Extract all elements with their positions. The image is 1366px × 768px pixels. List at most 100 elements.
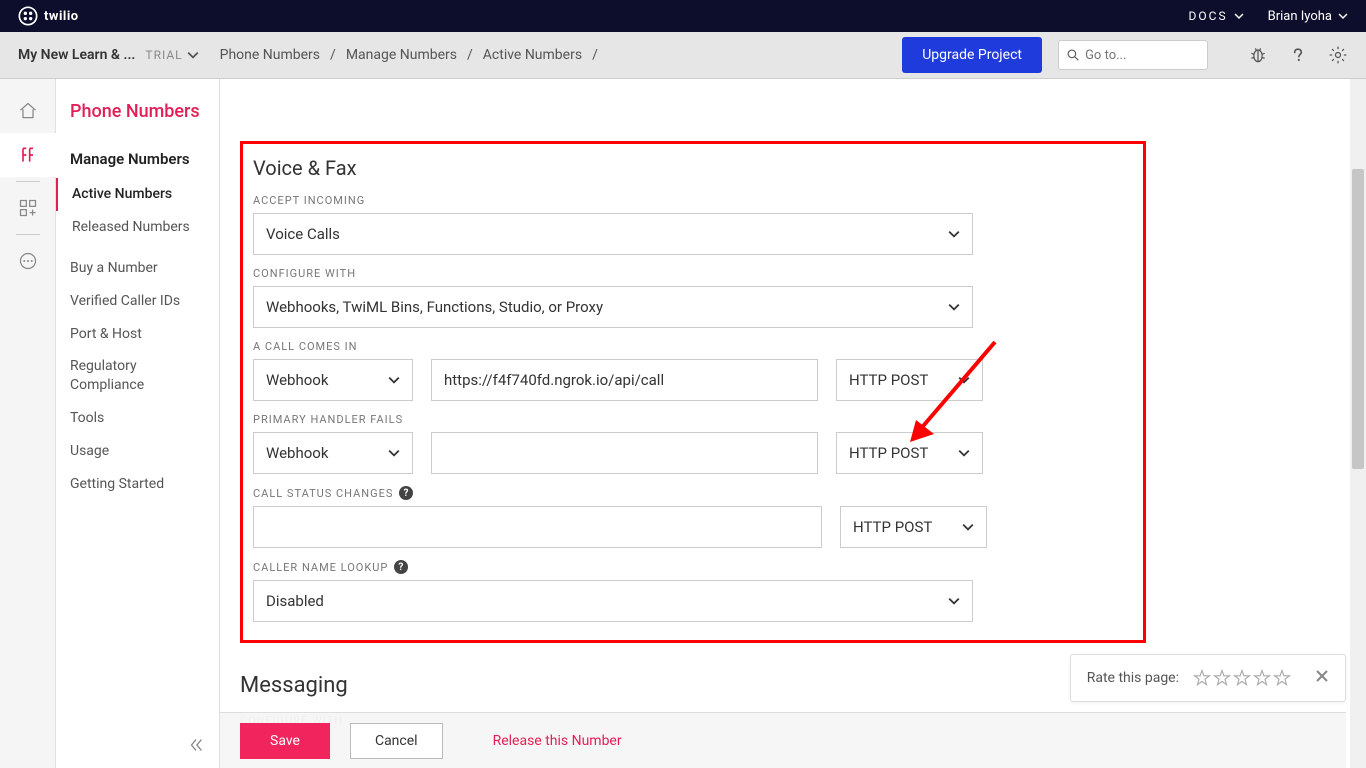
configure-with-value: Webhooks, TwiML Bins, Functions, Studio,… — [266, 298, 603, 316]
star-icon[interactable] — [1233, 669, 1251, 687]
rail-more-icon[interactable] — [0, 239, 56, 283]
help-icon[interactable] — [1288, 45, 1308, 65]
scrollbar-thumb[interactable] — [1352, 169, 1364, 469]
primary-handler-fails-label: PRIMARY HANDLER FAILS — [253, 413, 1133, 426]
sidebar-regulatory-compliance[interactable]: Regulatory Compliance — [56, 350, 219, 402]
crumb-phone-numbers[interactable]: Phone Numbers — [220, 47, 320, 63]
caller-name-lookup-text: CALLER NAME LOOKUP — [253, 561, 388, 574]
chevron-down-icon — [1234, 11, 1244, 21]
primary-fails-url-input[interactable] — [431, 432, 818, 474]
chevron-down-icon — [1338, 11, 1348, 21]
help-tooltip-icon[interactable]: ? — [394, 560, 408, 574]
primary-fails-type-value: Webhook — [266, 444, 328, 462]
rating-widget: Rate this page: — [1070, 654, 1346, 702]
sidebar-usage[interactable]: Usage — [56, 435, 219, 468]
topbar: twilio DOCS Brian Iyoha — [0, 0, 1366, 32]
cancel-button[interactable]: Cancel — [350, 723, 443, 759]
voice-fax-title: Voice & Fax — [253, 156, 1133, 180]
chevron-down-icon — [388, 447, 400, 459]
sidebar-collapse-icon[interactable] — [187, 736, 205, 758]
breadcrumb: Phone Numbers / Manage Numbers / Active … — [215, 47, 603, 63]
sidebar-verified-caller-ids[interactable]: Verified Caller IDs — [56, 285, 219, 318]
chevron-down-icon — [958, 374, 970, 386]
brand-logo[interactable]: twilio — [18, 6, 79, 26]
status-changes-url-input[interactable] — [253, 506, 822, 548]
brand-text: twilio — [44, 9, 79, 24]
sidebar-port-host[interactable]: Port & Host — [56, 318, 219, 351]
chevron-down-icon — [958, 447, 970, 459]
primary-fails-method-select[interactable]: HTTP POST — [836, 432, 983, 474]
search-input[interactable] — [1085, 48, 1199, 63]
caller-name-lookup-select[interactable]: Disabled — [253, 580, 973, 622]
user-menu[interactable]: Brian Iyoha — [1268, 9, 1348, 24]
search-box[interactable] — [1058, 40, 1208, 70]
caller-name-lookup-label: CALLER NAME LOOKUP ? — [253, 560, 1133, 574]
configure-with-select[interactable]: Webhooks, TwiML Bins, Functions, Studio,… — [253, 286, 973, 328]
debug-icon[interactable] — [1248, 45, 1268, 65]
sidebar-buy-number[interactable]: Buy a Number — [56, 252, 219, 285]
voice-fax-panel: Voice & Fax ACCEPT INCOMING Voice Calls … — [240, 141, 1146, 643]
accept-incoming-label: ACCEPT INCOMING — [253, 194, 1133, 207]
call-status-changes-label: CALL STATUS CHANGES ? — [253, 486, 1133, 500]
rating-close-icon[interactable] — [1315, 669, 1329, 687]
accept-incoming-value: Voice Calls — [266, 225, 340, 243]
sidebar-manage-numbers[interactable]: Manage Numbers — [56, 144, 219, 178]
main-content: Voice & Fax ACCEPT INCOMING Voice Calls … — [220, 79, 1366, 768]
project-bar: My New Learn & ... TRIAL Phone Numbers /… — [0, 32, 1366, 79]
trial-badge: TRIAL — [145, 48, 182, 62]
star-icon[interactable] — [1193, 669, 1211, 687]
status-changes-method-value: HTTP POST — [853, 518, 932, 536]
primary-fails-method-value: HTTP POST — [849, 444, 928, 462]
accept-incoming-select[interactable]: Voice Calls — [253, 213, 973, 255]
chevron-down-icon — [948, 228, 960, 240]
sidebar-getting-started[interactable]: Getting Started — [56, 468, 219, 501]
sidebar-released-numbers[interactable]: Released Numbers — [56, 211, 219, 244]
sidebar-heading[interactable]: Phone Numbers — [56, 101, 219, 144]
sidebar-active-numbers[interactable]: Active Numbers — [56, 178, 219, 211]
sidebar-tools[interactable]: Tools — [56, 402, 219, 435]
status-changes-method-select[interactable]: HTTP POST — [840, 506, 987, 548]
star-icon[interactable] — [1213, 669, 1231, 687]
status-changes-url-field[interactable] — [266, 518, 809, 536]
chevron-down-icon[interactable] — [187, 49, 199, 61]
docs-link[interactable]: DOCS — [1189, 9, 1244, 23]
call-comes-in-method-select[interactable]: HTTP POST — [836, 359, 983, 401]
call-comes-in-type-value: Webhook — [266, 371, 328, 389]
configure-with-label: CONFIGURE WITH — [253, 267, 1133, 280]
twilio-icon — [18, 6, 38, 26]
star-icon[interactable] — [1253, 669, 1271, 687]
chevron-down-icon — [948, 301, 960, 313]
release-number-link[interactable]: Release this Number — [493, 733, 622, 749]
project-name[interactable]: My New Learn & ... — [18, 47, 135, 63]
call-comes-in-type-select[interactable]: Webhook — [253, 359, 413, 401]
help-tooltip-icon[interactable]: ? — [399, 486, 413, 500]
icon-rail — [0, 79, 56, 768]
rating-stars[interactable] — [1193, 669, 1291, 687]
primary-fails-type-select[interactable]: Webhook — [253, 432, 413, 474]
rail-products-icon[interactable] — [0, 186, 56, 230]
rating-label: Rate this page: — [1087, 670, 1179, 686]
star-icon[interactable] — [1273, 669, 1291, 687]
scrollbar-track[interactable] — [1350, 79, 1366, 768]
call-comes-in-url-field[interactable] — [444, 371, 805, 389]
chevron-down-icon — [948, 595, 960, 607]
footer-bar: Save Cancel Release this Number — [220, 712, 1346, 768]
crumb-manage-numbers[interactable]: Manage Numbers — [346, 47, 457, 63]
call-comes-in-url-input[interactable] — [431, 359, 818, 401]
upgrade-project-button[interactable]: Upgrade Project — [902, 37, 1042, 73]
search-icon — [1067, 48, 1079, 62]
rail-phone-numbers-icon[interactable] — [0, 133, 56, 177]
chevron-down-icon — [962, 521, 974, 533]
settings-icon[interactable] — [1328, 45, 1348, 65]
crumb-active-numbers[interactable]: Active Numbers — [483, 47, 582, 63]
save-button[interactable]: Save — [240, 723, 330, 759]
docs-label: DOCS — [1189, 9, 1228, 23]
user-name: Brian Iyoha — [1268, 9, 1332, 24]
primary-fails-url-field[interactable] — [444, 444, 805, 462]
call-comes-in-method-value: HTTP POST — [849, 371, 928, 389]
caller-name-lookup-value: Disabled — [266, 592, 324, 610]
chevron-down-icon — [388, 374, 400, 386]
call-status-changes-text: CALL STATUS CHANGES — [253, 487, 393, 500]
call-comes-in-label: A CALL COMES IN — [253, 340, 1133, 353]
rail-home-icon[interactable] — [0, 89, 56, 133]
